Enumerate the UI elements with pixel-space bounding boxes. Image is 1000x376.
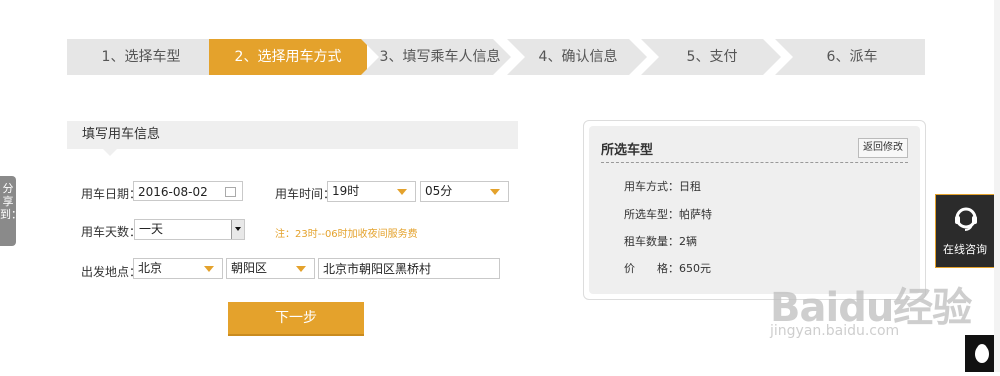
headset-icon	[955, 207, 977, 231]
dashed-divider	[601, 162, 908, 163]
page-scrollbar[interactable]	[994, 0, 1000, 372]
step-6: 6、派车	[775, 39, 925, 75]
step-label: 2、选择用车方式	[234, 49, 342, 65]
step-label: 4、确认信息	[538, 49, 618, 65]
row-value: 2辆	[679, 235, 697, 248]
next-step-button[interactable]: 下一步	[228, 302, 364, 336]
hour-select[interactable]: 19时	[327, 181, 416, 202]
summary-title: 所选车型	[601, 143, 654, 158]
district-value: 朝阳区	[231, 261, 268, 275]
place-label: 出发地点：	[81, 265, 142, 279]
city-select[interactable]: 北京	[133, 258, 223, 279]
chevron-down-icon	[296, 266, 306, 272]
time-label: 用车时间：	[275, 187, 336, 201]
days-label: 用车天数：	[81, 225, 142, 239]
days-value: 一天	[139, 222, 164, 236]
row-value: 日租	[679, 180, 701, 193]
progress-steps: 1、选择车型 2、选择用车方式 3、填写乘车人信息 4、确认信息 5、支付 6、…	[67, 39, 925, 75]
chevron-down-icon	[204, 266, 214, 272]
city-value: 北京	[138, 261, 163, 275]
header-notch	[103, 149, 117, 156]
share-sidebar-tab[interactable]: 分享到：	[0, 176, 22, 246]
step-label: 6、派车	[826, 49, 878, 65]
step-3: 3、填写乘车人信息	[361, 39, 513, 75]
dropdown-arrow-icon[interactable]	[231, 220, 244, 239]
calendar-icon[interactable]	[225, 187, 236, 197]
step-label: 5、支付	[686, 49, 738, 65]
online-consult-button[interactable]: 在线咨询	[935, 194, 995, 268]
step-2: 2、选择用车方式	[209, 39, 367, 75]
date-label: 用车日期：	[81, 187, 142, 201]
summary-box: 所选车型 返回修改 用车方式：日租 所选车型：帕萨特 租车数量：2辆 价 格：6…	[589, 126, 920, 294]
chevron-down-icon	[490, 189, 500, 195]
minute-select[interactable]: 05分	[420, 181, 509, 202]
days-select[interactable]: 一天	[134, 219, 245, 240]
selected-car-panel: 所选车型 返回修改 用车方式：日租 所选车型：帕萨特 租车数量：2辆 价 格：6…	[583, 120, 926, 300]
panel-header: 填写用车信息	[67, 121, 518, 156]
step-1: 1、选择车型	[67, 39, 215, 75]
address-input[interactable]: 北京市朝阳区黑桥村	[318, 258, 500, 279]
summary-row-price: 价 格：650元	[624, 260, 711, 276]
date-value: 2016-08-02	[138, 185, 208, 199]
section-title: 填写用车信息	[82, 127, 161, 142]
consult-label: 在线咨询	[943, 243, 987, 256]
summary-row-model: 所选车型：帕萨特	[624, 206, 712, 222]
watermark-url: jingyan.baidu.com	[770, 323, 900, 339]
row-label: 价 格：	[624, 262, 679, 275]
row-value: 650元	[679, 262, 711, 275]
hour-value: 19时	[332, 184, 360, 198]
back-edit-button[interactable]: 返回修改	[858, 138, 908, 158]
step-label: 1、选择车型	[101, 49, 181, 65]
night-fee-note: 注：23时--06时加收夜间服务费	[275, 229, 418, 240]
summary-row-mode: 用车方式：日租	[624, 178, 701, 194]
row-value: 帕萨特	[679, 208, 712, 221]
date-field[interactable]: 2016-08-02	[133, 181, 243, 201]
row-label: 用车方式：	[624, 180, 679, 193]
step-label: 3、填写乘车人信息	[379, 49, 501, 65]
usage-form-panel: 填写用车信息	[67, 121, 518, 156]
district-select[interactable]: 朝阳区	[226, 258, 315, 279]
step-4: 4、确认信息	[507, 39, 647, 75]
row-label: 租车数量：	[624, 235, 679, 248]
minute-value: 05分	[425, 184, 453, 198]
step-5: 5、支付	[641, 39, 781, 75]
row-label: 所选车型：	[624, 208, 679, 221]
summary-row-quantity: 租车数量：2辆	[624, 233, 697, 249]
address-value: 北京市朝阳区黑桥村	[323, 262, 432, 276]
chevron-down-icon	[397, 189, 407, 195]
baidu-watermark: Baidu经验 jingyan.baidu.com	[770, 275, 972, 339]
